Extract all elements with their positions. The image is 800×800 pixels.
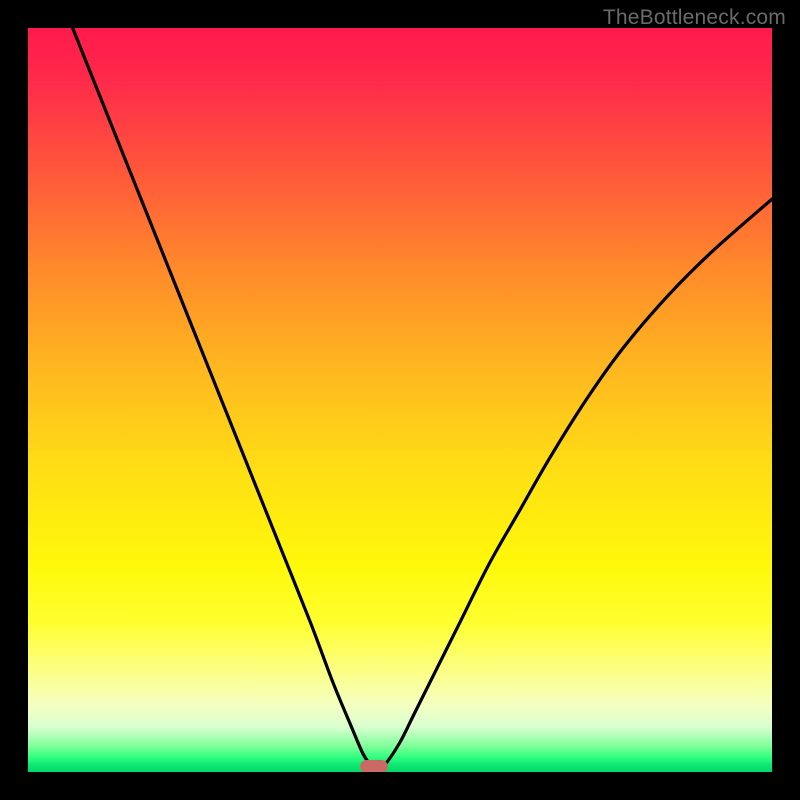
plot-area — [28, 28, 772, 772]
bottleneck-curve — [28, 28, 772, 772]
chart-container: TheBottleneck.com — [0, 0, 800, 800]
watermark-label: TheBottleneck.com — [603, 6, 786, 30]
optimum-marker — [360, 760, 388, 772]
